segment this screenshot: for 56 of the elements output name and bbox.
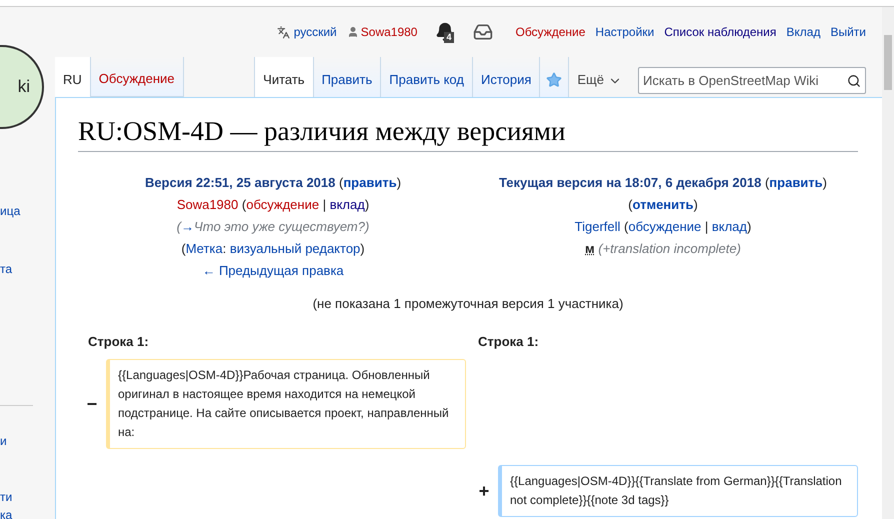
notification-count: 4 <box>444 32 454 43</box>
line-number: Строка 1: <box>478 332 539 351</box>
link[interactable]: обсуждение <box>246 194 320 216</box>
revision-info-line: Tigerfell (обсуждение | вклад) <box>574 216 752 238</box>
translate-icon <box>276 26 290 38</box>
revision-info-line: (→Что это уже существует?) <box>176 216 370 238</box>
tab[interactable]: Править код <box>380 57 472 97</box>
revision-info-line: Версия 22:51, 25 августа 2018 (править) <box>144 172 402 194</box>
added-text-block: {{Languages|OSM-4D}}{{Translate from German}}{{Translation not complete}}{{note 3d tags}} <box>498 465 858 517</box>
personal-link[interactable]: Настройки <box>595 23 654 41</box>
tab[interactable]: Читать <box>254 57 313 97</box>
deleted-text-block: {{Languages|OSM-4D}}Рабочая страница. Обновленный оригинал в настоящее время находится на немецкой подстранице. На сайте описывается проект, направленный на: <box>106 359 466 449</box>
page-title: RU:OSM-4D — различия между версиями <box>78 113 858 152</box>
link[interactable]: отменить <box>632 194 694 216</box>
sidebar-link[interactable]: и <box>0 433 20 449</box>
user-link[interactable]: Sowa1980 <box>346 23 418 41</box>
revision-info-line: Sowa1980 (обсуждение | вклад) <box>176 194 370 216</box>
revision-info-line: м (+translation incomplete) <box>585 238 741 260</box>
personal-link[interactable]: Список наблюдения <box>664 23 776 41</box>
personal-link[interactable]: Выйти <box>830 23 866 41</box>
link[interactable]: Sowa1980 <box>176 194 238 216</box>
sidebar-link[interactable]: ти <box>0 489 20 505</box>
revision-info-line: (отменить) <box>628 194 698 216</box>
minus-sign: − <box>86 392 98 416</box>
search-field[interactable]: Искать в OpenStreetMap Wiki <box>638 67 866 94</box>
revision-info-line: (Метка: визуальный редактор) <box>181 238 365 260</box>
link[interactable]: → <box>181 216 194 238</box>
language-link[interactable]: русский <box>276 23 337 41</box>
inbox-icon[interactable] <box>473 22 494 42</box>
link[interactable]: вклад <box>330 194 365 216</box>
link[interactable]: визуальный редактор <box>230 238 360 260</box>
link[interactable]: ← Предыдущая правка <box>202 260 344 282</box>
link[interactable]: править <box>769 172 823 194</box>
user-icon <box>346 26 359 38</box>
scrollbar[interactable] <box>882 7 894 519</box>
revision-info-line: Текущая версия на 18:07, 6 декабря 2018 (править) <box>498 172 828 194</box>
tab[interactable]: История <box>472 57 540 97</box>
sidebar-link[interactable]: ка <box>0 507 20 519</box>
intermediate-versions-note: (не показана 1 промежуточная версия 1 участника) <box>312 295 624 313</box>
personal-link[interactable]: Обсуждение <box>515 23 586 41</box>
link[interactable]: Метка <box>186 238 223 260</box>
link[interactable]: вклад <box>712 216 747 238</box>
tab[interactable]: Обсуждение <box>90 57 184 97</box>
link[interactable]: править <box>343 172 397 194</box>
line-number: Строка 1: <box>88 332 150 351</box>
link[interactable]: Tigerfell <box>574 216 620 238</box>
sidebar-link[interactable]: та <box>0 261 20 277</box>
search-icon <box>847 74 861 88</box>
watch-star-icon[interactable] <box>546 72 562 88</box>
minor-edit-mark: м <box>585 240 595 258</box>
sidebar-link[interactable]: ица <box>0 203 20 219</box>
personal-link[interactable]: Вклад <box>786 23 820 41</box>
tab[interactable]: RU <box>55 57 91 97</box>
link[interactable]: обсуждение <box>628 216 702 238</box>
tab[interactable]: Править <box>312 57 380 97</box>
plus-sign: + <box>478 480 490 502</box>
